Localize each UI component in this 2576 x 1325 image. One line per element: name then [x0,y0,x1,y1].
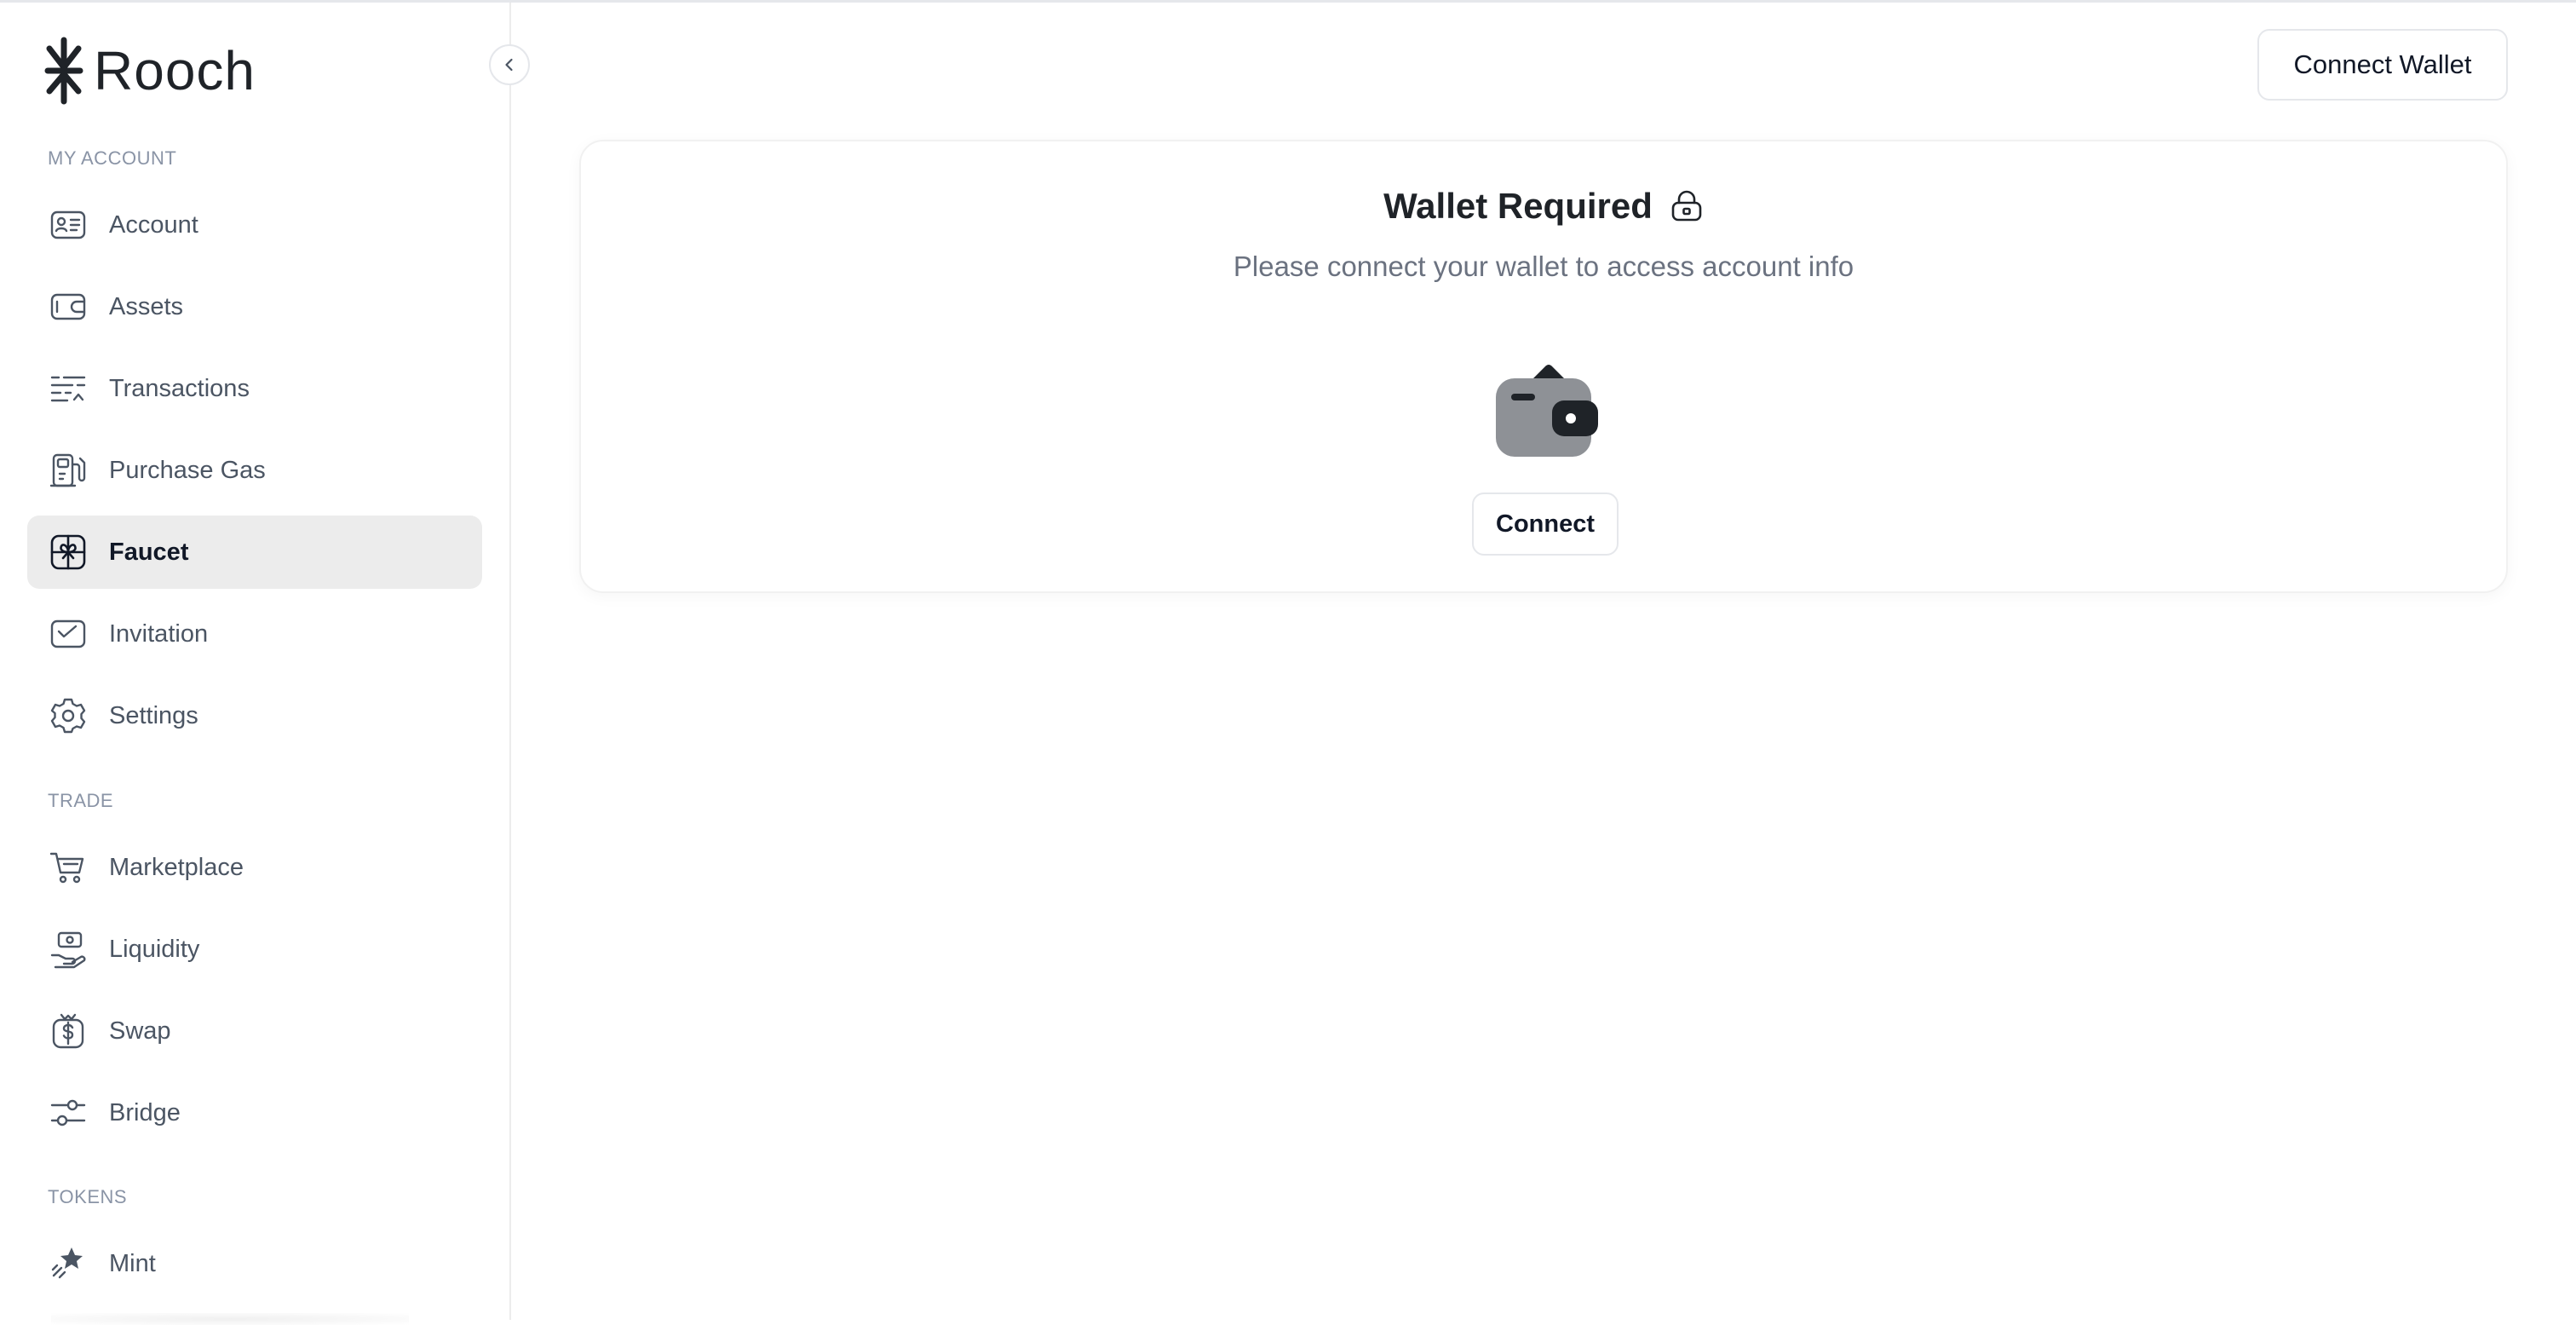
sidebar-scroll-shadow [51,1313,409,1325]
gift-icon [48,532,89,573]
sidebar-item-label: Purchase Gas [109,456,266,484]
sidebar-item-assets[interactable]: Assets [27,270,482,343]
sidebar-item-mint[interactable]: Mint [27,1227,482,1300]
sidebar-item-swap[interactable]: Swap [27,994,482,1068]
sidebar-item-label: Settings [109,701,198,729]
liquidity-icon [48,929,89,970]
sidebar-item-label: Liquidity [109,935,200,963]
transactions-icon [48,368,89,409]
lock-icon [1671,190,1702,222]
chevron-left-icon [505,58,513,72]
bridge-icon [48,1092,89,1133]
card-title-row: Wallet Required [581,186,2506,227]
sidebar-item-faucet[interactable]: Faucet [27,516,482,589]
sidebar-item-label: Transactions [109,374,250,402]
page-subtitle: Please connect your wallet to access acc… [1233,251,1854,282]
sidebar-item-label: Assets [109,292,184,320]
sidebar-item-label: Marketplace [109,853,244,881]
sidebar-item-settings[interactable]: Settings [27,679,482,752]
section-title-my-account: MY ACCOUNT [48,147,177,169]
connect-wallet-button[interactable]: Connect Wallet [2257,29,2508,101]
sidebar-item-transactions[interactable]: Transactions [27,352,482,425]
sidebar-item-bridge[interactable]: Bridge [27,1076,482,1149]
sidebar-item-label: Faucet [109,538,189,566]
sidebar-item-label: Invitation [109,619,209,648]
sidebar-item-marketplace[interactable]: Marketplace [27,831,482,904]
section-title-trade: TRADE [48,790,114,811]
id-card-icon [48,205,89,245]
sidebar-item-label: Bridge [109,1098,181,1126]
connect-button[interactable]: Connect [1472,493,1619,556]
swap-icon [48,1011,89,1051]
gear-icon [48,695,89,736]
mint-star-icon [48,1243,89,1284]
gas-station-icon [48,450,89,491]
wallet-required-card: Wallet Required Please connect your wall… [579,140,2508,593]
sidebar-item-account[interactable]: Account [27,188,482,262]
brand-name: Rooch [94,40,256,101]
cart-icon [48,847,89,888]
sidebar-item-label: Account [109,210,198,239]
sidebar-item-invitation[interactable]: Invitation [27,597,482,671]
wallet-icon [1496,365,1598,457]
wallet-icon [48,286,89,327]
page-title: Wallet Required [1383,186,1653,226]
rooch-logo-icon [44,37,83,105]
sidebar-collapse-button[interactable] [489,44,530,85]
sidebar-item-purchase-gas[interactable]: Purchase Gas [27,434,482,507]
sidebar-item-label: Mint [109,1249,156,1277]
sidebar: Rooch MY ACCOUNT Account Assets Transact… [0,3,511,1325]
sidebar-item-label: Swap [109,1017,171,1045]
section-title-tokens: TOKENS [48,1186,128,1207]
mail-icon [48,614,89,654]
sidebar-item-liquidity[interactable]: Liquidity [27,913,482,986]
brand-logo[interactable]: Rooch [44,37,256,105]
